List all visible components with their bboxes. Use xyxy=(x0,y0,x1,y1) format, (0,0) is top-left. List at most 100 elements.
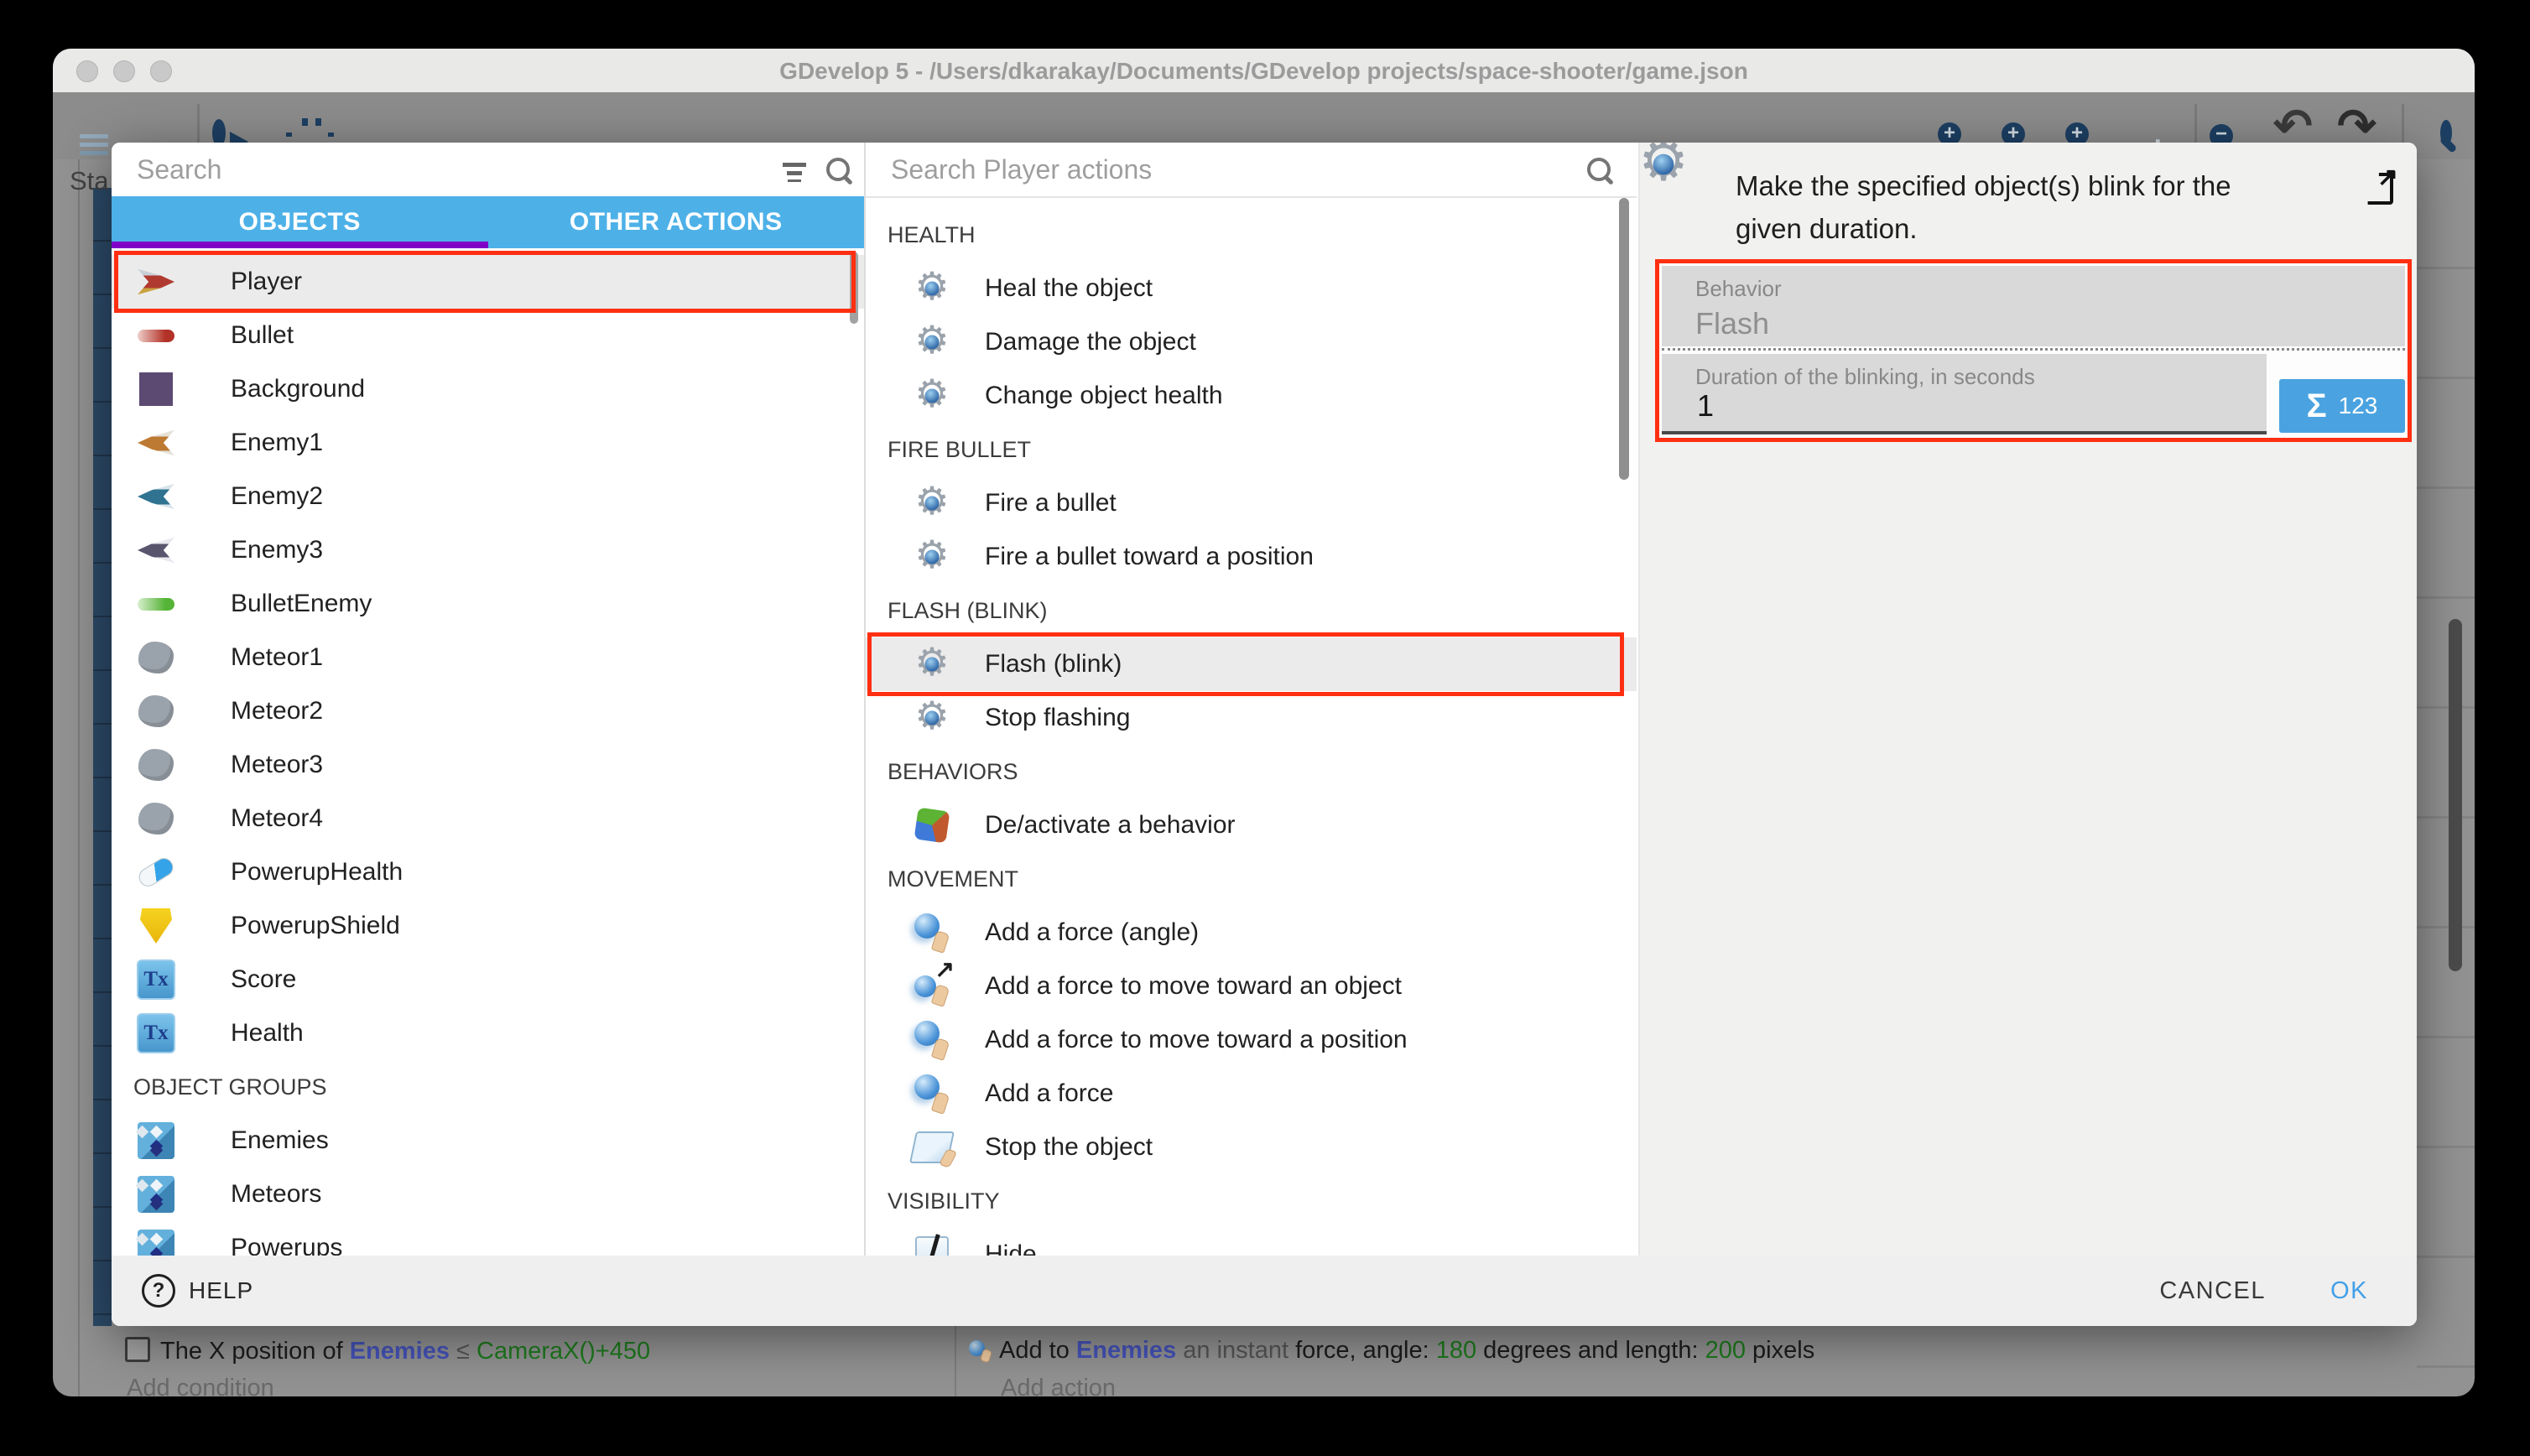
object-row-powerupshield[interactable]: PowerupShield xyxy=(112,899,864,953)
search-icon xyxy=(1587,158,1611,181)
action-row-damage[interactable]: Damage the object xyxy=(866,315,1637,369)
object-row-meteor4[interactable]: Meteor4 xyxy=(112,792,864,845)
expression-editor-button[interactable]: Σ 123 xyxy=(2279,379,2405,433)
event-sheet-right-edge xyxy=(2417,159,2475,1396)
behavior-field[interactable]: Behavior Flash xyxy=(1662,266,2405,346)
checkbox-icon[interactable] xyxy=(125,1337,150,1362)
group-row-powerups[interactable]: Powerups xyxy=(112,1221,864,1256)
toolbar-divider xyxy=(2194,104,2197,148)
object-groups-header: OBJECT GROUPS xyxy=(112,1060,864,1114)
event-sheet-scrollbar[interactable] xyxy=(2449,619,2462,971)
enemy1-ship-icon xyxy=(137,427,175,459)
action-row-force-toward-object[interactable]: Add a force to move toward an object xyxy=(866,959,1637,1013)
action-row-fire-bullet[interactable]: Fire a bullet xyxy=(866,476,1637,530)
meteor-icon xyxy=(137,749,175,781)
action-search-bar xyxy=(866,143,1637,198)
gear-icon xyxy=(913,484,951,523)
object-search-input[interactable] xyxy=(112,143,664,185)
object-row-enemy3[interactable]: Enemy3 xyxy=(112,523,864,577)
sigma-icon: Σ xyxy=(2307,389,2327,423)
force-icon xyxy=(969,1340,991,1362)
meteor-icon xyxy=(137,642,175,673)
toolbar-divider xyxy=(2402,104,2404,148)
object-group-icon xyxy=(137,1176,175,1213)
search-icon xyxy=(826,158,850,181)
filter-icon[interactable] xyxy=(783,163,806,179)
hide-icon xyxy=(913,1236,951,1256)
action-list-scrollbar[interactable] xyxy=(1619,198,1629,480)
help-icon xyxy=(142,1274,175,1308)
action-row-add-force[interactable]: Add a force xyxy=(866,1067,1637,1121)
section-header-flash: FLASH (BLINK) xyxy=(866,584,1637,637)
toolbar-divider xyxy=(197,104,200,148)
stop-object-icon xyxy=(913,1131,951,1163)
behavior-icon xyxy=(913,809,951,841)
event-sheet-conditions-column xyxy=(93,188,112,1326)
column-divider xyxy=(1638,143,1640,1256)
object-group-icon xyxy=(137,1122,175,1159)
text-object-icon: Tx xyxy=(137,959,175,1000)
shield-icon xyxy=(137,908,175,944)
section-header-movement: MOVEMENT xyxy=(866,852,1637,906)
action-row-flash-blink[interactable]: Flash (blink) xyxy=(866,637,1637,691)
group-row-enemies[interactable]: Enemies xyxy=(112,1114,864,1167)
object-row-bulletenemy[interactable]: BulletEnemy xyxy=(112,577,864,631)
behavior-field-label: Behavior xyxy=(1695,276,1782,302)
enemy2-ship-icon xyxy=(137,481,175,512)
help-button[interactable]: HELP xyxy=(142,1256,253,1326)
enemy3-ship-icon xyxy=(137,534,175,566)
gdevelop-window: GDevelop 5 - /Users/dkarakay/Documents/G… xyxy=(53,49,2475,1396)
tab-other-actions[interactable]: OTHER ACTIONS xyxy=(488,196,865,248)
search-icon[interactable] xyxy=(2440,120,2452,146)
object-row-meteor2[interactable]: Meteor2 xyxy=(112,684,864,738)
group-row-meteors[interactable]: Meteors xyxy=(112,1167,864,1221)
action-row-stop-flashing[interactable]: Stop flashing xyxy=(866,691,1637,745)
object-list-scrollbar[interactable] xyxy=(850,252,858,324)
force-icon xyxy=(913,913,951,952)
object-row-health[interactable]: Tx Health xyxy=(112,1006,864,1060)
action-row-deactivate-behavior[interactable]: De/activate a behavior xyxy=(866,798,1637,852)
open-in-new-icon[interactable] xyxy=(2361,171,2395,205)
gear-icon xyxy=(913,645,951,684)
duration-field-label: Duration of the blinking, in seconds xyxy=(1695,364,2035,390)
action-list: HEALTH Heal the object Damage the object… xyxy=(866,196,1637,1256)
add-condition-link[interactable]: Add condition xyxy=(127,1375,274,1396)
event-sheet-row: The X position of Enemies ≤ CameraX()+45… xyxy=(112,1326,2417,1396)
action-row-change-health[interactable]: Change object health xyxy=(866,369,1637,423)
dialog-footer: HELP CANCEL OK xyxy=(112,1256,2417,1326)
object-row-score[interactable]: Tx Score xyxy=(112,953,864,1006)
action-row-stop-object[interactable]: Stop the object xyxy=(866,1121,1637,1174)
action-row-add-force-angle[interactable]: Add a force (angle) xyxy=(866,906,1637,959)
behavior-field-value: Flash xyxy=(1695,306,1769,341)
duration-field[interactable]: Duration of the blinking, in seconds xyxy=(1662,354,2267,434)
object-row-background[interactable]: Background xyxy=(112,362,864,416)
text-object-icon: Tx xyxy=(137,1013,175,1053)
field-divider xyxy=(1662,348,2405,351)
event-action[interactable]: Add to Enemies an instant force, angle: … xyxy=(969,1337,1814,1365)
ok-button[interactable]: OK xyxy=(2330,1256,2368,1326)
delete-event-icon[interactable] xyxy=(2222,122,2229,143)
add-action-link[interactable]: Add action xyxy=(1001,1375,1116,1396)
choose-action-dialog: OBJECTS OTHER ACTIONS Player Bullet Back… xyxy=(112,143,2417,1326)
event-condition[interactable]: The X position of Enemies ≤ CameraX()+45… xyxy=(125,1337,650,1365)
object-row-poweruphealth[interactable]: PowerupHealth xyxy=(112,845,864,899)
action-row-heal[interactable]: Heal the object xyxy=(866,262,1637,315)
scene-tab[interactable]: Sta xyxy=(70,166,109,196)
cancel-button[interactable]: CANCEL xyxy=(2159,1256,2266,1326)
action-row-hide[interactable]: Hide xyxy=(866,1228,1637,1256)
titlebar: GDevelop 5 - /Users/dkarakay/Documents/G… xyxy=(53,49,2475,92)
action-row-force-toward-position[interactable]: Add a force to move toward a position xyxy=(866,1013,1637,1067)
object-row-meteor1[interactable]: Meteor1 xyxy=(112,631,864,684)
condition-action-divider xyxy=(955,1326,956,1396)
event-sheet-gridline xyxy=(78,159,80,1396)
tab-objects[interactable]: OBJECTS xyxy=(112,196,488,248)
action-search-input[interactable] xyxy=(866,143,1430,185)
object-row-bullet[interactable]: Bullet xyxy=(112,309,864,362)
object-group-icon xyxy=(137,1230,175,1256)
object-row-player[interactable]: Player xyxy=(112,255,864,309)
action-row-fire-bullet-position[interactable]: Fire a bullet toward a position xyxy=(866,530,1637,584)
object-row-enemy1[interactable]: Enemy1 xyxy=(112,416,864,470)
object-row-meteor3[interactable]: Meteor3 xyxy=(112,738,864,792)
object-row-enemy2[interactable]: Enemy2 xyxy=(112,470,864,523)
duration-input[interactable] xyxy=(1695,387,2183,424)
